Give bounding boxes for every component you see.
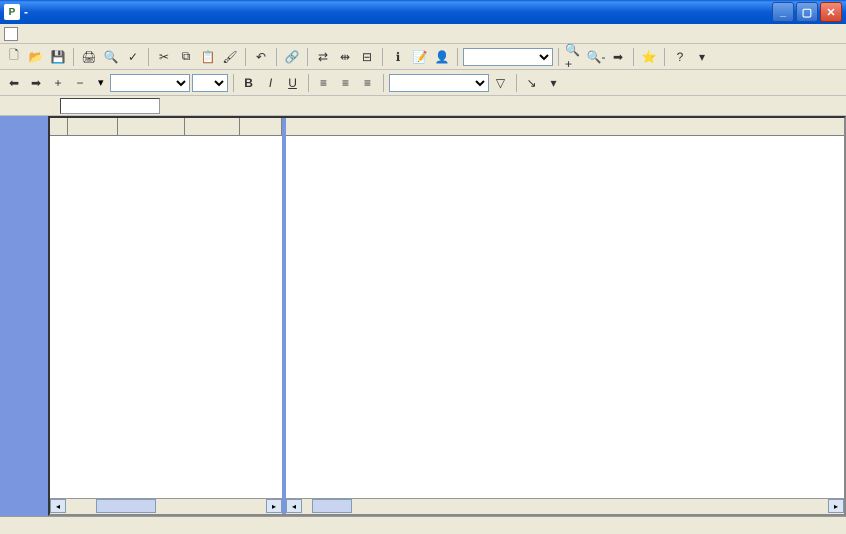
maximize-button[interactable]: ▢ bbox=[796, 2, 818, 22]
toolbar-options-button[interactable]: ▾ bbox=[692, 47, 712, 67]
formatting-toolbar: ⬅ ➡ + − ▾ B I U ≡ ≡ ≡ ▽ ↘ ▾ bbox=[0, 70, 846, 96]
spelling-button[interactable]: ✓ bbox=[123, 47, 143, 67]
gantt-scroll-thumb[interactable] bbox=[312, 499, 352, 513]
app-icon: P bbox=[4, 4, 20, 20]
format-painter-button[interactable]: 🖌 bbox=[220, 47, 240, 67]
menu-bar bbox=[0, 24, 846, 44]
paste-button[interactable]: 📋 bbox=[198, 47, 218, 67]
align-right-button[interactable]: ≡ bbox=[358, 73, 378, 93]
italic-button[interactable]: I bbox=[261, 73, 281, 93]
table-hscroll[interactable]: ◂ ▸ bbox=[50, 498, 282, 514]
font-combo[interactable] bbox=[110, 74, 190, 92]
assign-button[interactable]: 👤 bbox=[432, 47, 452, 67]
scroll-right-button[interactable]: ▸ bbox=[266, 499, 282, 513]
gantt-hscroll[interactable]: ◂ ▸ bbox=[286, 498, 844, 514]
cut-button[interactable]: ✂ bbox=[154, 47, 174, 67]
wizard-button[interactable]: ⭐ bbox=[639, 47, 659, 67]
indent-button[interactable]: ➡ bbox=[26, 73, 46, 93]
table-body[interactable] bbox=[50, 136, 282, 498]
table-pane: ◂ ▸ bbox=[50, 118, 286, 514]
copy-button[interactable]: ⧉ bbox=[176, 47, 196, 67]
gantt-scroll-left-button[interactable]: ◂ bbox=[286, 499, 302, 513]
align-left-button[interactable]: ≡ bbox=[314, 73, 334, 93]
timescale-header[interactable] bbox=[286, 118, 844, 136]
print-button[interactable]: 🖨 bbox=[79, 47, 99, 67]
link-tasks-button[interactable]: ⇄ bbox=[313, 47, 333, 67]
close-button[interactable]: ✕ bbox=[820, 2, 842, 22]
notes-button[interactable]: 📝 bbox=[410, 47, 430, 67]
undo-button[interactable]: ↶ bbox=[251, 47, 271, 67]
title-bar: P - _ ▢ ✕ bbox=[0, 0, 846, 24]
bold-button[interactable]: B bbox=[239, 73, 259, 93]
view-bar bbox=[0, 116, 48, 516]
group-combo[interactable] bbox=[463, 48, 553, 66]
zoom-in-button[interactable]: 🔍+ bbox=[564, 47, 584, 67]
window-title: - bbox=[24, 5, 772, 19]
main-area: ◂ ▸ ◂ ▸ bbox=[48, 116, 846, 516]
col-fixed-cost[interactable] bbox=[68, 118, 118, 135]
col-baseline[interactable] bbox=[240, 118, 282, 135]
col-total-cost[interactable] bbox=[185, 118, 240, 135]
hide-subtasks-button[interactable]: − bbox=[70, 73, 90, 93]
zoom-out-button[interactable]: 🔍- bbox=[586, 47, 606, 67]
gantt-scroll-right-button[interactable]: ▸ bbox=[828, 499, 844, 513]
goto-button[interactable]: ↘ bbox=[522, 73, 542, 93]
rownum-header[interactable] bbox=[50, 118, 68, 135]
toolbar2-options-button[interactable]: ▾ bbox=[544, 73, 564, 93]
split-task-button[interactable]: ⊟ bbox=[357, 47, 377, 67]
minimize-button[interactable]: _ bbox=[772, 2, 794, 22]
doc-icon bbox=[4, 27, 18, 41]
gantt-body[interactable] bbox=[286, 136, 844, 498]
show-subtasks-button[interactable]: + bbox=[48, 73, 68, 93]
align-center-button[interactable]: ≡ bbox=[336, 73, 356, 93]
autofilter-button[interactable]: ▽ bbox=[491, 73, 511, 93]
link-button[interactable]: 🔗 bbox=[282, 47, 302, 67]
outdent-button[interactable]: ⬅ bbox=[4, 73, 24, 93]
standard-toolbar: 🗋 📂 💾 🖨 🔍 ✓ ✂ ⧉ 📋 🖌 ↶ 🔗 ⇄ ⇹ ⊟ ℹ 📝 👤 🔍+ 🔍… bbox=[0, 44, 846, 70]
status-bar bbox=[0, 516, 846, 534]
open-button[interactable]: 📂 bbox=[26, 47, 46, 67]
save-button[interactable]: 💾 bbox=[48, 47, 68, 67]
scroll-thumb[interactable] bbox=[96, 499, 156, 513]
underline-button[interactable]: U bbox=[283, 73, 303, 93]
print-preview-button[interactable]: 🔍 bbox=[101, 47, 121, 67]
gantt-pane: ◂ ▸ bbox=[286, 118, 844, 514]
col-accrual[interactable] bbox=[118, 118, 186, 135]
goto-task-button[interactable]: ➡ bbox=[608, 47, 628, 67]
info-button[interactable]: ℹ bbox=[388, 47, 408, 67]
entry-bar bbox=[0, 96, 846, 116]
help-button[interactable]: ? bbox=[670, 47, 690, 67]
new-button[interactable]: 🗋 bbox=[4, 47, 24, 67]
show-menu[interactable]: ▾ bbox=[92, 76, 108, 89]
filter-combo[interactable] bbox=[389, 74, 489, 92]
column-headers bbox=[50, 118, 282, 136]
workspace: ◂ ▸ ◂ ▸ bbox=[0, 116, 846, 516]
scroll-left-button[interactable]: ◂ bbox=[50, 499, 66, 513]
font-size-combo[interactable] bbox=[192, 74, 228, 92]
entry-field[interactable] bbox=[60, 98, 160, 114]
unlink-tasks-button[interactable]: ⇹ bbox=[335, 47, 355, 67]
